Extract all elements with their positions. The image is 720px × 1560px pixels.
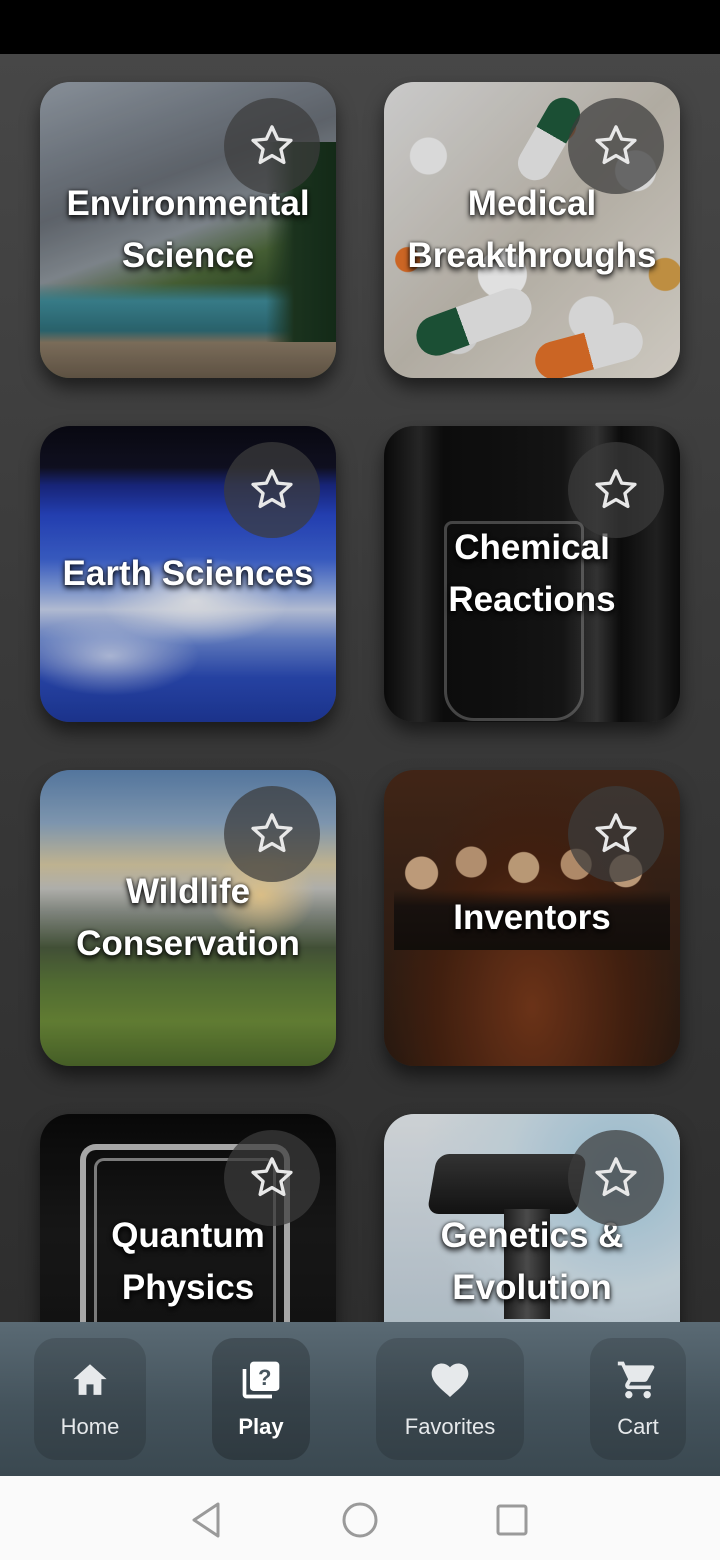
nav-favorites-label: Favorites — [404, 1414, 496, 1439]
favorite-button[interactable] — [224, 442, 320, 538]
category-title: Inventors — [453, 898, 611, 937]
bottom-navigation: Home ? Play Favorites Cart — [0, 1322, 720, 1476]
category-card-chemical-reactions[interactable]: Chemical Reactions — [384, 426, 680, 722]
heart-icon — [428, 1358, 472, 1402]
star-outline-icon — [595, 125, 637, 165]
back-icon[interactable] — [186, 1500, 226, 1540]
recents-icon[interactable] — [492, 1500, 532, 1540]
nav-cart-label: Cart — [617, 1414, 659, 1439]
category-title: Medical Breakthroughs — [407, 184, 657, 275]
home-icon — [68, 1358, 112, 1402]
category-grid: Environmental Science Medical Breakthrou… — [0, 54, 720, 1322]
category-card-quantum-physics[interactable]: Quantum Physics — [40, 1114, 336, 1322]
favorite-button[interactable] — [568, 786, 664, 882]
favorite-button[interactable] — [568, 1130, 664, 1226]
svg-text:?: ? — [258, 1365, 271, 1390]
category-card-environmental-science[interactable]: Environmental Science — [40, 82, 336, 378]
home-circle-icon[interactable] — [340, 1500, 380, 1540]
nav-play-label: Play — [238, 1414, 284, 1439]
status-bar — [0, 0, 720, 54]
nav-home-label: Home — [60, 1414, 120, 1439]
category-title: Wildlife Conservation — [76, 872, 300, 963]
nav-favorites[interactable]: Favorites — [376, 1338, 524, 1460]
favorite-button[interactable] — [568, 98, 664, 194]
star-outline-icon — [251, 813, 293, 853]
category-card-genetics-evolution[interactable]: Genetics & Evolution — [384, 1114, 680, 1322]
favorite-button[interactable] — [224, 786, 320, 882]
category-title: Genetics & Evolution — [440, 1216, 624, 1307]
favorite-button[interactable] — [224, 1130, 320, 1226]
cart-icon — [616, 1358, 660, 1402]
star-outline-icon — [251, 1157, 293, 1197]
category-title: Chemical Reactions — [448, 528, 616, 619]
category-title: Earth Sciences — [62, 554, 314, 593]
star-outline-icon — [251, 469, 293, 509]
category-card-wildlife-conservation[interactable]: Wildlife Conservation — [40, 770, 336, 1066]
category-card-medical-breakthroughs[interactable]: Medical Breakthroughs — [384, 82, 680, 378]
nav-home[interactable]: Home — [34, 1338, 146, 1460]
favorite-button[interactable] — [568, 442, 664, 538]
star-outline-icon — [595, 469, 637, 509]
system-navigation-bar — [0, 1476, 720, 1560]
star-outline-icon — [595, 813, 637, 853]
favorite-button[interactable] — [224, 98, 320, 194]
category-title: Environmental Science — [66, 184, 310, 275]
star-outline-icon — [251, 125, 293, 165]
category-card-inventors[interactable]: Inventors — [384, 770, 680, 1066]
nav-play[interactable]: ? Play — [212, 1338, 310, 1460]
category-card-earth-sciences[interactable]: Earth Sciences — [40, 426, 336, 722]
quiz-icon: ? — [239, 1358, 283, 1402]
star-outline-icon — [595, 1157, 637, 1197]
nav-cart[interactable]: Cart — [590, 1338, 686, 1460]
category-title: Quantum Physics — [111, 1216, 265, 1307]
